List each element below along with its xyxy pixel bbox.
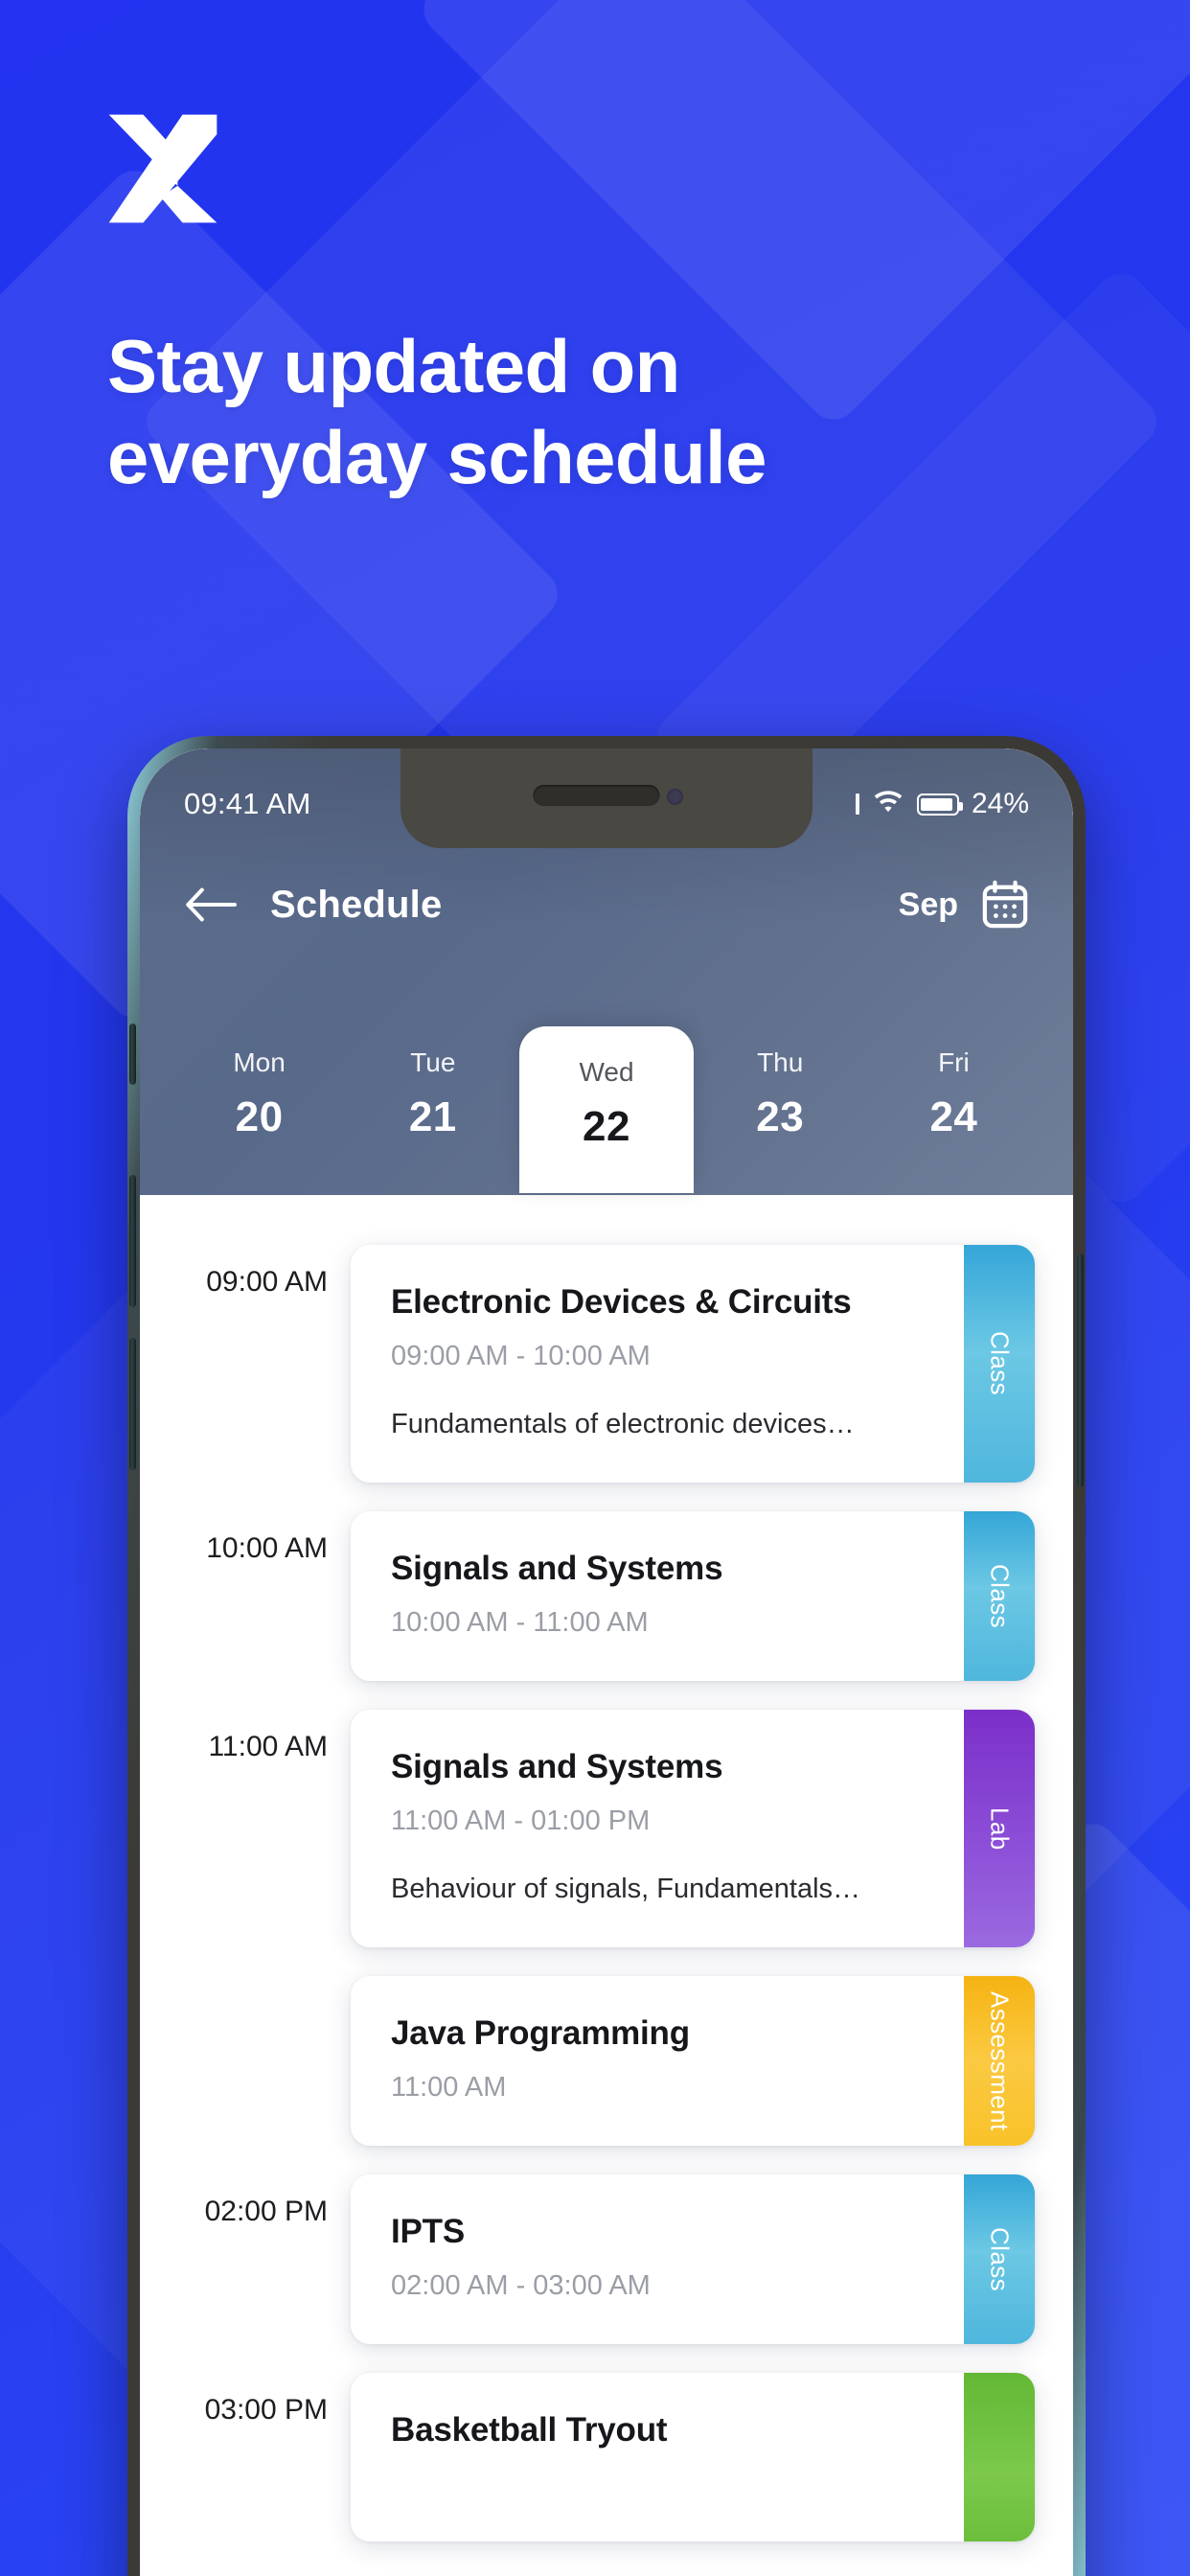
schedule-card-time-range: 02:00 AM - 03:00 AM	[391, 2270, 651, 2301]
battery-percent: 24%	[971, 788, 1029, 819]
slot-time-label: 02:00 PM	[204, 2196, 328, 2227]
day-item-thu[interactable]: Thu 23	[694, 1026, 867, 1170]
calendar-icon[interactable]	[981, 880, 1029, 930]
schedule-row: 03:00 PM Basketball Tryout	[140, 2373, 1073, 2542]
wifi-icon	[872, 790, 904, 819]
signal-bars-icon	[855, 794, 859, 815]
schedule-card-tag: Assessment	[964, 1976, 1035, 2146]
status-time: 09:41 AM	[184, 787, 311, 820]
day-name: Mon	[233, 1047, 286, 1077]
schedule-card-tag: Lab	[964, 1710, 1035, 1947]
day-number: 24	[929, 1093, 978, 1140]
day-name: Wed	[579, 1057, 634, 1087]
schedule-card[interactable]: Signals and Systems 11:00 AM - 01:00 PM Be…	[351, 1710, 1035, 1947]
day-item-fri[interactable]: Fri 24	[867, 1026, 1041, 1170]
day-name: Thu	[757, 1047, 804, 1077]
day-name: Tue	[410, 1047, 456, 1077]
schedule-card-tag-label: Class	[985, 2226, 1015, 2291]
phone-mockup: 09:41 AM 24% Schedule Sep Mon 20 Tue 21 …	[127, 736, 1086, 2576]
schedule-row: 10:00 AM Signals and Systems 10:00 AM - 11…	[140, 1511, 1073, 1681]
schedule-card-tag-label: Class	[985, 1331, 1015, 1396]
schedule-card-time-range: 11:00 AM	[391, 2072, 507, 2103]
schedule-card-title: Basketball Tryout	[391, 2411, 668, 2449]
phone-screen-bezel: 09:41 AM 24% Schedule Sep Mon 20 Tue 21 …	[140, 748, 1073, 2576]
schedule-card-tag-label: Assessment	[985, 1990, 1015, 2131]
schedule-card[interactable]: Java Programming 11:00 AM Assessment	[351, 1976, 1035, 2146]
day-number: 21	[408, 1093, 457, 1140]
schedule-card[interactable]: Signals and Systems 10:00 AM - 11:00 AM Cl…	[351, 1511, 1035, 1681]
schedule-card-title: Signals and Systems	[391, 1748, 723, 1785]
schedule-card-title: Java Programming	[391, 2014, 690, 2052]
slot-time-label: 09:00 AM	[206, 1266, 328, 1298]
day-number: 22	[583, 1103, 630, 1150]
day-name: Fri	[938, 1047, 970, 1077]
schedule-card-tag-label: Class	[985, 1563, 1015, 1628]
schedule-list[interactable]: 09:00 AM Electronic Devices & Circuits 09:…	[140, 1195, 1073, 2576]
schedule-card-tag: Class	[964, 1511, 1035, 1681]
day-item-wed[interactable]: Wed 22	[519, 1026, 694, 1193]
volume-down-button[interactable]	[129, 1338, 136, 1470]
volume-up-button[interactable]	[129, 1175, 136, 1307]
day-item-tue[interactable]: Tue 21	[346, 1026, 519, 1170]
x-logo	[100, 107, 226, 230]
schedule-card[interactable]: IPTS 02:00 AM - 03:00 AM Class	[351, 2174, 1035, 2344]
month-label[interactable]: Sep	[899, 886, 958, 924]
day-item-mon[interactable]: Mon 20	[172, 1026, 346, 1170]
schedule-row: 11:00 AM Signals and Systems 11:00 AM - 01…	[140, 1710, 1073, 1947]
slot-time-label: 11:00 AM	[208, 1731, 328, 1762]
schedule-card-tag: Class	[964, 2174, 1035, 2344]
schedule-row: 09:00 AM Electronic Devices & Circuits 09:…	[140, 1245, 1073, 1483]
status-indicators: 24%	[855, 788, 1029, 820]
schedule-card-time-range: 10:00 AM - 11:00 AM	[391, 1607, 649, 1638]
slot-time-label: 03:00 PM	[204, 2394, 328, 2426]
power-button[interactable]	[1077, 1254, 1084, 1487]
schedule-card-tag: Class	[964, 1245, 1035, 1483]
schedule-row: Java Programming 11:00 AM Assessment	[140, 1976, 1073, 2146]
schedule-card-time-range: 09:00 AM - 10:00 AM	[391, 1341, 651, 1371]
day-number: 20	[235, 1093, 284, 1140]
schedule-card[interactable]: Electronic Devices & Circuits 09:00 AM - …	[351, 1245, 1035, 1483]
schedule-card-time-range: 11:00 AM - 01:00 PM	[391, 1806, 651, 1836]
day-number: 23	[756, 1093, 805, 1140]
schedule-card-title: Signals and Systems	[391, 1550, 723, 1587]
schedule-row: 02:00 PM IPTS 02:00 AM - 03:00 AM Class	[140, 2174, 1073, 2344]
status-bar: 09:41 AM 24%	[140, 748, 1073, 844]
schedule-card-tag	[964, 2373, 1035, 2542]
app-screen: 09:41 AM 24% Schedule Sep Mon 20 Tue 21 …	[140, 748, 1073, 2576]
headline-line-2: everyday schedule	[107, 415, 767, 500]
schedule-card[interactable]: Basketball Tryout	[351, 2373, 1035, 2542]
slot-time-label: 10:00 AM	[206, 1532, 328, 1564]
mute-switch-button[interactable]	[129, 1024, 136, 1085]
app-header: 09:41 AM 24% Schedule Sep Mon 20 Tue 21 …	[140, 748, 1073, 1195]
schedule-card-description: Fundamentals of electronic devices…	[391, 1409, 855, 1439]
schedule-card-title: Electronic Devices & Circuits	[391, 1283, 852, 1321]
page-headline: Stay updated on everyday schedule	[107, 321, 970, 503]
schedule-card-description: Behaviour of signals, Fundamentals…	[391, 1874, 861, 1904]
schedule-card-title: IPTS	[391, 2213, 465, 2250]
back-arrow-icon[interactable]	[184, 874, 245, 935]
slot-time-label	[140, 1976, 351, 1997]
schedule-card-tag-label: Lab	[985, 1806, 1015, 1851]
battery-icon	[916, 793, 963, 816]
page-title: Schedule	[270, 883, 443, 926]
app-nav-bar: Schedule Sep	[140, 844, 1073, 952]
headline-line-1: Stay updated on	[107, 324, 680, 408]
day-selector: Mon 20 Tue 21 Wed 22 Thu 23 Fri 24	[140, 952, 1073, 1193]
